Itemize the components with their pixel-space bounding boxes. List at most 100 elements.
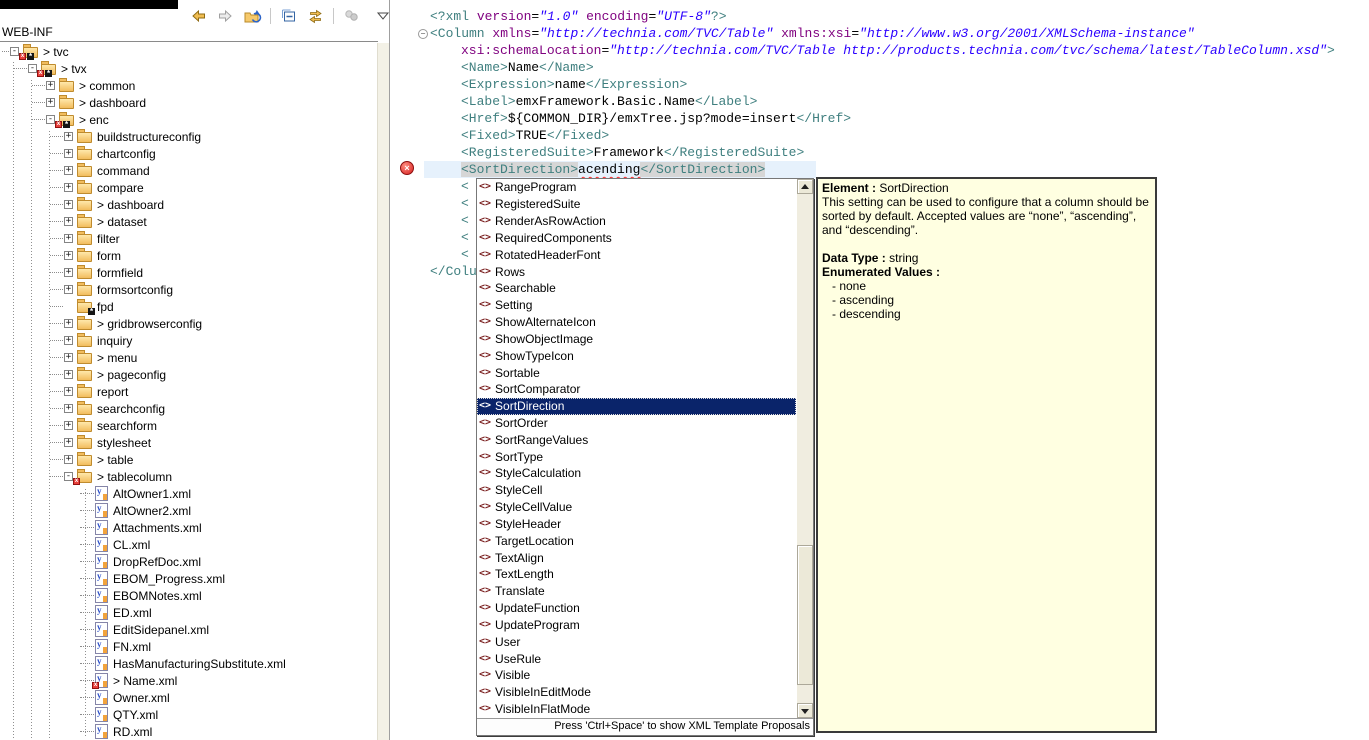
expand-expander-icon[interactable]: + [46,81,55,90]
expand-expander-icon[interactable]: + [64,132,73,141]
collapse-expander-icon[interactable]: - [64,472,73,481]
tree-item-tvx[interactable]: -x*> tvx [0,60,377,77]
expand-expander-icon[interactable]: + [64,285,73,294]
tree-item-inquiry[interactable]: +inquiry [0,332,377,349]
proposal-item-user[interactable]: <>User [477,633,796,650]
tree-item-owner-xml[interactable]: yOwner.xml [0,689,377,706]
up-button[interactable] [240,4,265,28]
fold-collapse-icon[interactable]: − [418,29,428,39]
proposal-item-searchable[interactable]: <>Searchable [477,280,796,297]
tree-item-table[interactable]: +> table [0,451,377,468]
tree-item-menu[interactable]: +> menu [0,349,377,366]
proposal-item-visibleinflatmode[interactable]: <>VisibleInFlatMode [477,701,796,718]
tree-item-name-xml[interactable]: yx> Name.xml [0,672,377,689]
tree-item-common[interactable]: +> common [0,77,377,94]
expand-expander-icon[interactable]: + [64,200,73,209]
tree-item-stylesheet[interactable]: +stylesheet [0,434,377,451]
code-line[interactable]: <Name>Name</Name> [430,59,1335,76]
panel-divider[interactable] [389,0,390,740]
link-with-editor-button[interactable] [303,4,328,28]
tree-item-enc[interactable]: -x*> enc [0,111,377,128]
expand-expander-icon[interactable]: + [64,370,73,379]
expand-expander-icon[interactable]: + [64,319,73,328]
proposal-item-sortdirection[interactable]: <>SortDirection [477,398,796,415]
expand-expander-icon[interactable]: + [64,149,73,158]
tree-item-formfield[interactable]: +formfield [0,264,377,281]
code-line[interactable]: <Label>emxFramework.Basic.Name</Label> [430,93,1335,110]
tree-item-cl-xml[interactable]: yCL.xml [0,536,377,553]
expand-expander-icon[interactable]: + [64,336,73,345]
expand-expander-icon[interactable]: + [64,183,73,192]
error-marker-icon[interactable]: × [400,161,414,175]
proposal-item-visibleineditmode[interactable]: <>VisibleInEditMode [477,684,796,701]
code-line[interactable]: <Href>${COMMON_DIR}/emxTree.jsp?mode=ins… [430,110,1335,127]
expand-expander-icon[interactable]: + [64,455,73,464]
code-line[interactable]: <Fixed>TRUE</Fixed> [430,127,1335,144]
code-line[interactable]: xsi:schemaLocation="http://technia.com/T… [430,42,1335,59]
tree-item-tablecolumn[interactable]: -x> tablecolumn [0,468,377,485]
proposal-item-rangeprogram[interactable]: <>RangeProgram [477,179,796,196]
expand-expander-icon[interactable]: + [64,234,73,243]
proposal-item-stylecell[interactable]: <>StyleCell [477,482,796,499]
code-line[interactable]: <Column xmlns="http://technia.com/TVC/Ta… [430,25,1335,42]
tree-item-editsidepanel-xml[interactable]: yEditSidepanel.xml [0,621,377,638]
tree-item-chartconfig[interactable]: +chartconfig [0,145,377,162]
code-line[interactable]: <Expression>name</Expression> [430,76,1335,93]
proposal-item-translate[interactable]: <>Translate [477,583,796,600]
tree-item-ed-xml[interactable]: yED.xml [0,604,377,621]
proposal-item-requiredcomponents[interactable]: <>RequiredComponents [477,229,796,246]
proposal-item-updateprogram[interactable]: <>UpdateProgram [477,617,796,634]
expand-expander-icon[interactable]: + [64,404,73,413]
proposal-item-rotatedheaderfont[interactable]: <>RotatedHeaderFont [477,246,796,263]
scroll-thumb[interactable] [797,545,813,685]
tree-item-pageconfig[interactable]: +> pageconfig [0,366,377,383]
tree-item-dashboard[interactable]: +> dashboard [0,94,377,111]
expand-expander-icon[interactable]: + [64,387,73,396]
tree-item-altowner2-xml[interactable]: yAltOwner2.xml [0,502,377,519]
proposal-item-sorttype[interactable]: <>SortType [477,448,796,465]
proposal-item-sortcomparator[interactable]: <>SortComparator [477,381,796,398]
code-line[interactable]: <RegisteredSuite>Framework</RegisteredSu… [430,144,1335,161]
collapse-expander-icon[interactable]: - [10,47,19,56]
proposal-item-updatefunction[interactable]: <>UpdateFunction [477,600,796,617]
tree-item-hasmanufacturingsubstitute-xml[interactable]: yHasManufacturingSubstitute.xml [0,655,377,672]
expand-expander-icon[interactable]: + [64,251,73,260]
tree-item-command[interactable]: +command [0,162,377,179]
tree-item-form[interactable]: +form [0,247,377,264]
tree-item-fn-xml[interactable]: yFN.xml [0,638,377,655]
proposal-item-styleheader[interactable]: <>StyleHeader [477,516,796,533]
proposal-item-textalign[interactable]: <>TextAlign [477,549,796,566]
scroll-down-button[interactable] [797,703,813,718]
tree-item-qty-xml[interactable]: yQTY.xml [0,706,377,723]
tree-item-fpd[interactable]: *fpd [0,298,377,315]
collapse-all-button[interactable] [276,4,301,28]
proposal-item-sortrangevalues[interactable]: <>SortRangeValues [477,431,796,448]
collapse-expander-icon[interactable]: - [46,115,55,124]
synchronize-button-disabled[interactable] [339,4,364,28]
tree-item-searchform[interactable]: +searchform [0,417,377,434]
tree-item-filter[interactable]: +filter [0,230,377,247]
proposal-item-showobjectimage[interactable]: <>ShowObjectImage [477,330,796,347]
tree-item-compare[interactable]: +compare [0,179,377,196]
proposal-item-sortable[interactable]: <>Sortable [477,364,796,381]
tree-item-searchconfig[interactable]: +searchconfig [0,400,377,417]
proposal-item-setting[interactable]: <>Setting [477,297,796,314]
forward-button[interactable] [213,4,238,28]
scroll-up-button[interactable] [797,179,813,194]
expand-expander-icon[interactable]: + [64,353,73,362]
proposal-item-registeredsuite[interactable]: <>RegisteredSuite [477,196,796,213]
proposal-item-visible[interactable]: <>Visible [477,667,796,684]
tree-item-tvc[interactable]: -x*> tvc [0,43,377,60]
proposal-item-stylecalculation[interactable]: <>StyleCalculation [477,465,796,482]
expand-expander-icon[interactable]: + [64,268,73,277]
proposal-item-textlength[interactable]: <>TextLength [477,566,796,583]
tree-item-attachments-xml[interactable]: yAttachments.xml [0,519,377,536]
proposal-item-rows[interactable]: <>Rows [477,263,796,280]
tree-item-ebomnotes-xml[interactable]: yEBOMNotes.xml [0,587,377,604]
expand-expander-icon[interactable]: + [64,166,73,175]
expand-expander-icon[interactable]: + [64,421,73,430]
proposal-item-stylecellvalue[interactable]: <>StyleCellValue [477,499,796,516]
proposal-item-renderasrowaction[interactable]: <>RenderAsRowAction [477,213,796,230]
tree-item-dataset[interactable]: +> dataset [0,213,377,230]
tree-item-droprefdoc-xml[interactable]: yDropRefDoc.xml [0,553,377,570]
